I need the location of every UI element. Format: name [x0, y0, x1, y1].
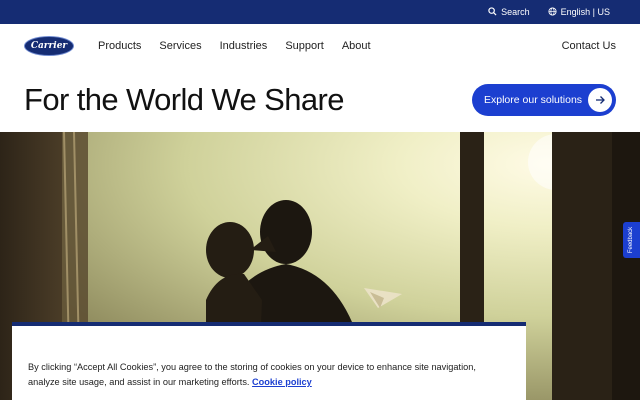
search-label: Search: [501, 7, 530, 17]
nav-products[interactable]: Products: [98, 40, 141, 52]
main-nav: Carrier Products Services Industries Sup…: [0, 24, 640, 68]
cookie-policy-link[interactable]: Cookie policy: [252, 377, 312, 387]
feedback-tab[interactable]: Feedback: [623, 222, 640, 258]
search-link[interactable]: Search: [488, 6, 530, 18]
language-selector[interactable]: English | US: [548, 6, 610, 18]
search-icon: [488, 6, 497, 18]
feedback-label: Feedback: [628, 226, 635, 254]
hero-title: For the World We Share: [24, 82, 345, 117]
utility-bar: Search English | US: [0, 0, 640, 24]
contact-us-link[interactable]: Contact Us: [562, 40, 616, 52]
language-label: English | US: [560, 7, 610, 17]
carrier-logo[interactable]: Carrier: [24, 36, 74, 56]
logo-text: Carrier: [30, 41, 68, 51]
nav-industries[interactable]: Industries: [220, 40, 268, 52]
cookie-banner: By clicking “Accept All Cookies”, you ag…: [12, 322, 526, 400]
nav-support[interactable]: Support: [285, 40, 324, 52]
nav-links: Products Services Industries Support Abo…: [98, 40, 371, 52]
explore-solutions-button[interactable]: Explore our solutions: [472, 84, 616, 116]
nav-services[interactable]: Services: [159, 40, 201, 52]
nav-about[interactable]: About: [342, 40, 371, 52]
globe-icon: [548, 6, 557, 18]
arrow-right-icon: [588, 88, 612, 112]
cta-label: Explore our solutions: [484, 94, 583, 106]
